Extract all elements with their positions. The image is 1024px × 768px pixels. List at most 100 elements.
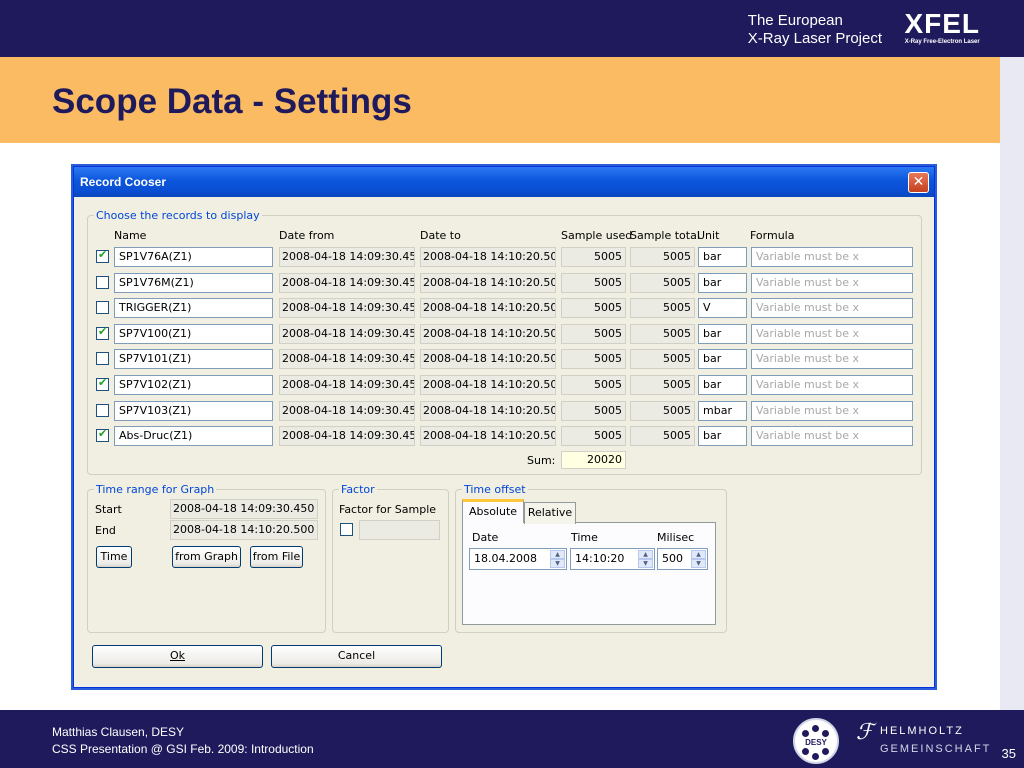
record-sample-total: 5005 [630,323,695,344]
org-name: The European X-Ray Laser Project [748,12,882,48]
record-checkbox[interactable] [96,352,109,366]
from-file-button[interactable]: from File [250,546,303,568]
ok-button[interactable]: Ok [92,645,263,668]
tab-relative[interactable]: Relative [524,502,576,524]
milisec-spinner[interactable]: 500 ▲ ▼ [657,548,708,570]
record-checkbox[interactable] [96,248,109,263]
record-checkbox[interactable] [96,376,109,391]
record-name-field[interactable]: SP7V103(Z1) [114,400,273,421]
xfel-logo: XFEL X-Ray Free-Electron Laser [904,10,980,47]
org-name-line1: The European [747,12,843,29]
right-strip [1000,57,1024,710]
record-date-from: 2008-04-18 14:09:30.450 [279,400,415,421]
record-date-from: 2008-04-18 14:09:30.450 [279,426,415,447]
record-checkbox[interactable] [96,403,109,417]
time-range-legend: Time range for Graph [96,483,215,496]
desy-logo-text: DESY [805,738,827,747]
record-formula-field[interactable]: Variable must be x [751,375,913,395]
record-date-from: 2008-04-18 14:09:30.450 [279,272,415,293]
tab-absolute[interactable]: Absolute [462,499,524,523]
record-checkbox[interactable] [96,427,109,443]
record-checkbox[interactable] [96,275,109,289]
milisec-label: Milisec [657,531,695,544]
record-sample-used: 5005 [561,400,626,421]
record-unit-field[interactable]: mbar [698,400,747,421]
record-sample-total: 5005 [630,298,695,319]
date-spinner[interactable]: 18.04.2008 ▲ ▼ [469,548,567,570]
record-sample-used: 5005 [561,247,626,267]
record-date-to: 2008-04-18 14:10:20.500 [420,272,556,293]
close-button[interactable]: ✕ [908,172,929,193]
record-name-field[interactable]: SP7V102(Z1) [114,375,273,395]
helmholtz-mark-icon: ℱ [856,720,874,745]
record-name-field[interactable]: TRIGGER(Z1) [114,298,273,319]
xfel-logo-text: XFEL [904,8,980,39]
time-spinner[interactable]: 14:10:20 ▲ ▼ [570,548,655,570]
date-value: 18.04.2008 [474,552,537,565]
sum-label: Sum: [527,454,556,467]
close-icon: ✕ [912,174,925,190]
record-checkbox[interactable] [96,325,109,340]
cancel-button[interactable]: Cancel [271,645,442,668]
date-spinner-arrows[interactable]: ▲ ▼ [550,550,565,568]
record-sample-used: 5005 [561,323,626,344]
record-name-field[interactable]: SP1V76A(Z1) [114,247,273,267]
factor-field [359,520,440,540]
time-label: Time [571,531,598,544]
record-checkbox[interactable] [96,301,109,315]
record-unit-field[interactable]: bar [698,323,747,344]
record-date-from: 2008-04-18 14:09:30.450 [279,323,415,344]
record-date-from: 2008-04-18 14:09:30.450 [279,375,415,395]
dialog-title: Record Cooser [80,175,167,189]
factor-legend: Factor [341,483,375,496]
record-formula-field[interactable]: Variable must be x [751,298,913,319]
record-unit-field[interactable]: bar [698,426,747,447]
record-name-field[interactable]: SP1V76M(Z1) [114,272,273,293]
col-date-to-header: Date to [420,229,461,242]
record-sample-total: 5005 [630,375,695,395]
record-formula-field[interactable]: Variable must be x [751,349,913,370]
from-graph-button[interactable]: from Graph [172,546,241,568]
record-unit-field[interactable]: V [698,298,747,319]
record-formula-field[interactable]: Variable must be x [751,272,913,293]
factor-checkbox[interactable] [340,523,353,536]
record-date-to: 2008-04-18 14:10:20.500 [420,400,556,421]
slide-title: Scope Data - Settings [52,82,412,121]
milisec-value: 500 [662,552,683,565]
record-formula-field[interactable]: Variable must be x [751,247,913,267]
record-unit-field[interactable]: bar [698,272,747,293]
col-unit-header: Unit [697,229,720,242]
record-date-to: 2008-04-18 14:10:20.500 [420,298,556,319]
milisec-spinner-arrows[interactable]: ▲ ▼ [691,550,706,568]
record-sample-total: 5005 [630,400,695,421]
helmholtz-line2: GEMEINSCHAFT [880,743,992,755]
spin-up-icon[interactable]: ▲ [638,550,653,559]
spin-up-icon[interactable]: ▲ [550,550,565,559]
time-spinner-arrows[interactable]: ▲ ▼ [638,550,653,568]
time-button[interactable]: Time [96,546,132,568]
spin-down-icon[interactable]: ▼ [550,559,565,568]
record-name-field[interactable]: SP7V100(Z1) [114,323,273,344]
sum-field: 20020 [561,451,626,469]
record-date-to: 2008-04-18 14:10:20.500 [420,375,556,395]
factor-label: Factor for Sample [339,503,437,516]
dialog-titlebar[interactable]: Record Cooser ✕ [74,167,934,197]
record-unit-field[interactable]: bar [698,375,747,395]
record-formula-field[interactable]: Variable must be x [751,400,913,421]
record-sample-used: 5005 [561,272,626,293]
start-label: Start [95,503,122,516]
org-name-line2: X-Ray Laser Project [747,30,882,47]
spin-down-icon[interactable]: ▼ [638,559,653,568]
record-unit-field[interactable]: bar [698,247,747,267]
record-formula-field[interactable]: Variable must be x [751,323,913,344]
record-name-field[interactable]: SP7V101(Z1) [114,349,273,370]
spin-down-icon[interactable]: ▼ [691,559,706,568]
records-group-legend: Choose the records to display [96,209,260,222]
time-value: 14:10:20 [575,552,625,565]
ok-button-label: Ok [169,649,186,662]
spin-up-icon[interactable]: ▲ [691,550,706,559]
record-formula-field[interactable]: Variable must be x [751,426,913,447]
record-unit-field[interactable]: bar [698,349,747,370]
record-name-field[interactable]: Abs-Druc(Z1) [114,426,273,447]
record-sample-total: 5005 [630,247,695,267]
